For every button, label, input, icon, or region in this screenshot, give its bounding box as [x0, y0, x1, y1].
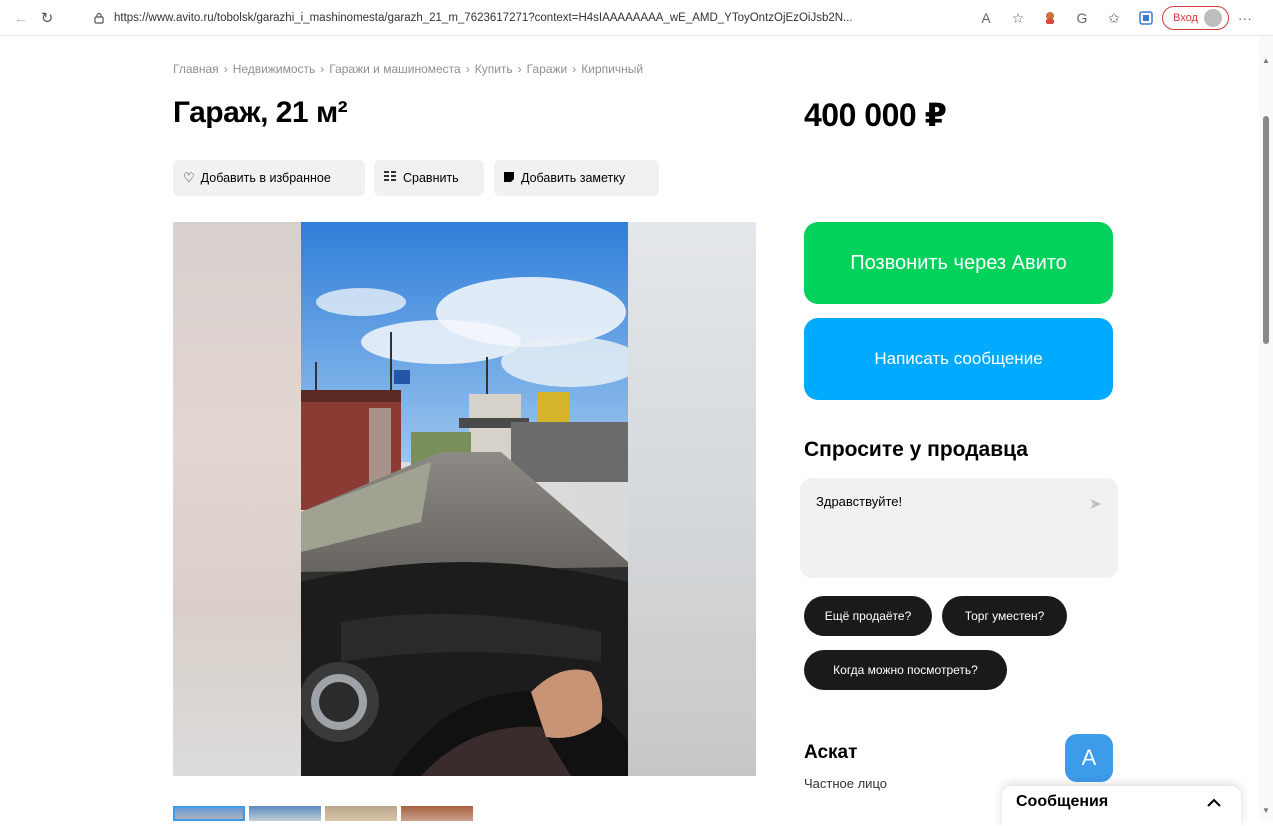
url-text[interactable]: https://www.avito.ru/tobolsk/garazhi_i_m… — [114, 12, 944, 24]
heart-icon: ♡ — [183, 170, 195, 185]
lock-icon[interactable] — [90, 9, 108, 27]
toolbar-icons: A ☆ G ✩ Вход ··· — [970, 6, 1261, 30]
thumbnail-strip — [173, 806, 473, 821]
breadcrumb-item[interactable]: Гаражи и машиноместа — [329, 62, 460, 76]
chevron-right-icon: › — [223, 62, 228, 76]
thumbnail[interactable] — [173, 806, 245, 821]
gallery-blur-left — [173, 222, 301, 776]
write-message-button[interactable]: Написать сообщение — [804, 318, 1113, 400]
browser-toolbar: ← ↻ https://www.avito.ru/tobolsk/garazhi… — [0, 0, 1273, 36]
ask-seller-input[interactable]: Здравствуйте! — [816, 494, 902, 509]
main-photo[interactable] — [301, 222, 628, 776]
quick-question-chip[interactable]: Торг уместен? — [942, 596, 1067, 636]
back-arrow-icon[interactable]: ← — [10, 7, 32, 29]
read-aloud-icon[interactable]: A — [974, 6, 998, 30]
send-icon[interactable]: ➤ — [1089, 494, 1102, 514]
chevron-right-icon: › — [517, 62, 522, 76]
refresh-icon[interactable]: ↻ — [36, 7, 58, 29]
extensions-puzzle-icon[interactable]: G — [1070, 6, 1094, 30]
seller-type: Частное лицо — [804, 776, 887, 791]
breadcrumb-item[interactable]: Кирпичный — [581, 62, 643, 76]
note-icon — [504, 171, 515, 186]
call-via-avito-button[interactable]: Позвонить через Авито — [804, 222, 1113, 304]
note-label: Добавить заметку — [521, 171, 626, 185]
compare-button[interactable]: Сравнить — [374, 160, 484, 196]
login-label: Вход — [1173, 12, 1198, 24]
scroll-down-arrow-icon[interactable]: ▼ — [1262, 806, 1270, 815]
login-button[interactable]: Вход — [1162, 6, 1229, 30]
seller-name[interactable]: Аскат — [804, 742, 857, 764]
more-menu-icon[interactable]: ··· — [1233, 6, 1257, 30]
thumbnail[interactable] — [325, 806, 397, 821]
chevron-right-icon: › — [465, 62, 470, 76]
chevron-up-icon[interactable] — [1207, 794, 1221, 810]
profile-avatar-icon — [1203, 9, 1222, 27]
quick-question-chip[interactable]: Ещё продаёте? — [804, 596, 932, 636]
scroll-thumb[interactable] — [1263, 116, 1269, 344]
chevron-right-icon: › — [572, 62, 577, 76]
breadcrumb-item[interactable]: Главная — [173, 62, 219, 76]
ask-seller-heading: Спросите у продавца — [804, 438, 1028, 461]
thumbnail[interactable] — [249, 806, 321, 821]
breadcrumb-item[interactable]: Гаражи — [527, 62, 568, 76]
favorites-bar-icon[interactable]: ✩ — [1102, 6, 1126, 30]
messages-panel[interactable]: Сообщения — [1002, 786, 1241, 826]
compare-grid-icon — [384, 170, 397, 186]
seller-avatar[interactable]: А — [1065, 734, 1113, 782]
add-note-button[interactable]: Добавить заметку — [494, 160, 659, 196]
address-bar[interactable]: https://www.avito.ru/tobolsk/garazhi_i_m… — [84, 5, 964, 31]
extension-icon[interactable] — [1038, 6, 1062, 30]
compare-label: Сравнить — [403, 171, 459, 185]
breadcrumb-item[interactable]: Купить — [475, 62, 513, 76]
breadcrumb-item[interactable]: Недвижимость — [233, 62, 316, 76]
favorites-label: Добавить в избранное — [200, 171, 331, 185]
collections-icon[interactable] — [1134, 6, 1158, 30]
page-scrollbar[interactable]: ▲ ▼ — [1259, 36, 1273, 821]
ask-seller-box[interactable]: Здравствуйте! ➤ — [800, 478, 1118, 578]
photo-gallery[interactable] — [173, 222, 756, 776]
listing-title: Гараж, 21 м² — [173, 96, 348, 129]
messages-panel-title: Сообщения — [1016, 793, 1109, 810]
chevron-right-icon: › — [320, 62, 325, 76]
add-to-favorites-button[interactable]: ♡ Добавить в избранное — [173, 160, 365, 196]
thumbnail[interactable] — [401, 806, 473, 821]
favorite-star-icon[interactable]: ☆ — [1006, 6, 1030, 30]
gallery-blur-right — [628, 222, 756, 776]
breadcrumb: Главная › Недвижимость › Гаражи и машиномест… — [173, 62, 643, 76]
listing-price: 400 000 ₽ — [804, 97, 947, 133]
quick-question-chip[interactable]: Когда можно посмотреть? — [804, 650, 1007, 690]
scroll-up-arrow-icon[interactable]: ▲ — [1262, 56, 1270, 65]
